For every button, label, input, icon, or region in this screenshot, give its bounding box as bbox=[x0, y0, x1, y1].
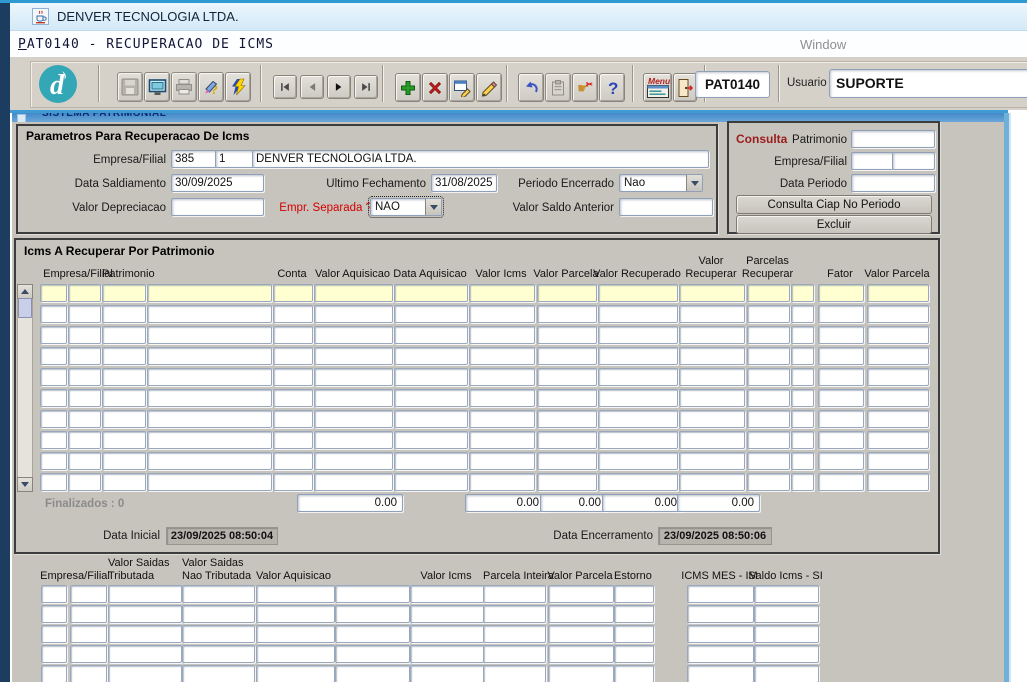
empresa-field[interactable]: 385 bbox=[171, 150, 217, 168]
svg-text:✂: ✂ bbox=[586, 80, 593, 89]
module-code-field: PAT0140 bbox=[695, 71, 770, 98]
empresa-nome-field[interactable]: DENVER TECNOLOGIA LTDA. bbox=[252, 150, 709, 168]
data-saldiamento-field[interactable]: 30/09/2025 bbox=[171, 174, 264, 192]
print-button[interactable] bbox=[171, 72, 197, 102]
clear-record-button[interactable] bbox=[476, 73, 502, 102]
enter-query-button[interactable]: ? bbox=[198, 72, 224, 102]
consulta-ciap-button[interactable]: Consulta Ciap No Periodo bbox=[736, 195, 932, 214]
data-saldiamento-label: Data Saldiamento bbox=[36, 178, 166, 191]
chevron-down-icon[interactable] bbox=[425, 199, 441, 215]
consulta-filial-field[interactable] bbox=[892, 152, 935, 170]
empr-separada-value: NAO bbox=[375, 199, 400, 215]
next-record-button[interactable] bbox=[327, 75, 351, 99]
consulta-data-periodo-field[interactable] bbox=[851, 174, 935, 192]
title-bar: DENVER TECNOLOGIA LTDA. bbox=[10, 3, 1027, 31]
menu-module[interactable]: PAT0140 - RECUPERACAO DE ICMS bbox=[18, 37, 274, 52]
menu-button[interactable]: Menu bbox=[643, 73, 672, 102]
exit-button[interactable] bbox=[673, 73, 697, 102]
insert-record-button[interactable] bbox=[395, 73, 421, 102]
toolbar-divider bbox=[382, 65, 384, 102]
toolbar-divider bbox=[98, 65, 100, 102]
execute-query-button[interactable] bbox=[225, 72, 251, 102]
window-title: DENVER TECNOLOGIA LTDA. bbox=[57, 9, 239, 24]
finalizados-label: Finalizados : 0 bbox=[45, 498, 124, 510]
valor-depreciacao-label: Valor Depreciacao bbox=[36, 202, 166, 215]
toolbar-divider bbox=[506, 65, 508, 102]
user-label: Usuario bbox=[787, 77, 827, 90]
clipboard-button[interactable] bbox=[545, 73, 571, 102]
application-window: DENVER TECNOLOGIA LTDA. PAT0140 - RECUPE… bbox=[0, 0, 1027, 682]
display-button[interactable] bbox=[144, 72, 170, 102]
params-panel-title: Parametros Para Recuperacao De Icms bbox=[26, 129, 249, 143]
window-left-border bbox=[0, 0, 10, 682]
toolbar-divider bbox=[632, 65, 634, 102]
ultimo-fechamento-label: Ultimo Fechamento bbox=[276, 178, 426, 191]
user-field[interactable]: SUPORTE bbox=[829, 69, 1027, 98]
menu-bar: PAT0140 - RECUPERACAO DE ICMS Window bbox=[10, 31, 1027, 57]
valor-depreciacao-field[interactable] bbox=[171, 198, 264, 216]
consulta-panel: Consulta Patrimonio Empresa/Filial Data … bbox=[727, 121, 940, 234]
last-record-button[interactable] bbox=[354, 75, 378, 99]
svg-text:?: ? bbox=[608, 79, 618, 97]
denver-logo-icon: d bbox=[38, 64, 78, 104]
data-inicial-value: 23/09/2025 08:50:04 bbox=[166, 527, 278, 545]
consulta-empresa-filial-label: Empresa/Filial bbox=[757, 156, 847, 169]
undo-button[interactable] bbox=[518, 73, 544, 102]
help-button[interactable]: ? bbox=[599, 73, 625, 102]
filial-field[interactable]: 1 bbox=[215, 150, 255, 168]
inner-window-icon bbox=[17, 114, 26, 122]
chevron-down-icon[interactable] bbox=[686, 175, 702, 191]
lock-record-button[interactable]: ☛✂ bbox=[572, 73, 598, 102]
inner-window-right-border-light bbox=[1009, 113, 1011, 682]
consulta-patrimonio-field[interactable] bbox=[851, 130, 935, 148]
edit-record-button[interactable] bbox=[449, 73, 475, 102]
params-panel: Parametros Para Recuperacao De Icms Empr… bbox=[16, 124, 718, 234]
main-grid-panel: Icms A Recuperar Por Patrimonio bbox=[14, 238, 940, 554]
empr-separada-label: Empr. Separada ? bbox=[270, 202, 372, 215]
data-inicial-label: Data Inicial bbox=[60, 530, 160, 543]
valor-saldo-anterior-field[interactable] bbox=[619, 198, 713, 216]
inner-window-title: SISTEMA PATRIMONIAL bbox=[42, 113, 166, 119]
empr-separada-combo[interactable]: NAO bbox=[370, 198, 442, 216]
periodo-encerrado-label: Periodo Encerrado bbox=[476, 178, 614, 191]
data-encerramento-value: 23/09/2025 08:50:06 bbox=[658, 527, 772, 545]
svg-text:d: d bbox=[50, 70, 65, 101]
previous-record-button[interactable] bbox=[300, 75, 324, 99]
valor-saldo-anterior-label: Valor Saldo Anterior bbox=[476, 202, 614, 215]
consulta-data-periodo-label: Data Periodo bbox=[757, 178, 847, 191]
empresa-filial-label: Empresa/Filial bbox=[36, 154, 166, 167]
java-icon bbox=[32, 8, 49, 25]
toolbar-divider bbox=[260, 65, 262, 102]
consulta-empresa-field[interactable] bbox=[851, 152, 894, 170]
scroll-up-button[interactable] bbox=[17, 284, 33, 299]
periodo-encerrado-combo[interactable]: Nao bbox=[619, 174, 703, 192]
save-button[interactable] bbox=[117, 72, 143, 102]
excluir-button[interactable]: Excluir bbox=[736, 215, 932, 234]
main-grid-title: Icms A Recuperar Por Patrimonio bbox=[24, 244, 215, 258]
menu-icon-text: Menu bbox=[648, 76, 670, 86]
data-encerramento-label: Data Encerramento bbox=[513, 530, 653, 543]
scrollbar-thumb[interactable] bbox=[18, 298, 32, 318]
first-record-button[interactable] bbox=[273, 75, 297, 99]
menu-window[interactable]: Window bbox=[800, 37, 846, 52]
delete-record-button[interactable] bbox=[422, 73, 448, 102]
periodo-encerrado-value: Nao bbox=[624, 175, 645, 191]
consulta-patrimonio-label: Patrimonio bbox=[767, 134, 847, 147]
scroll-down-button[interactable] bbox=[17, 477, 33, 492]
toolbar: d ? bbox=[10, 57, 1027, 110]
toolbar-divider bbox=[778, 65, 780, 102]
